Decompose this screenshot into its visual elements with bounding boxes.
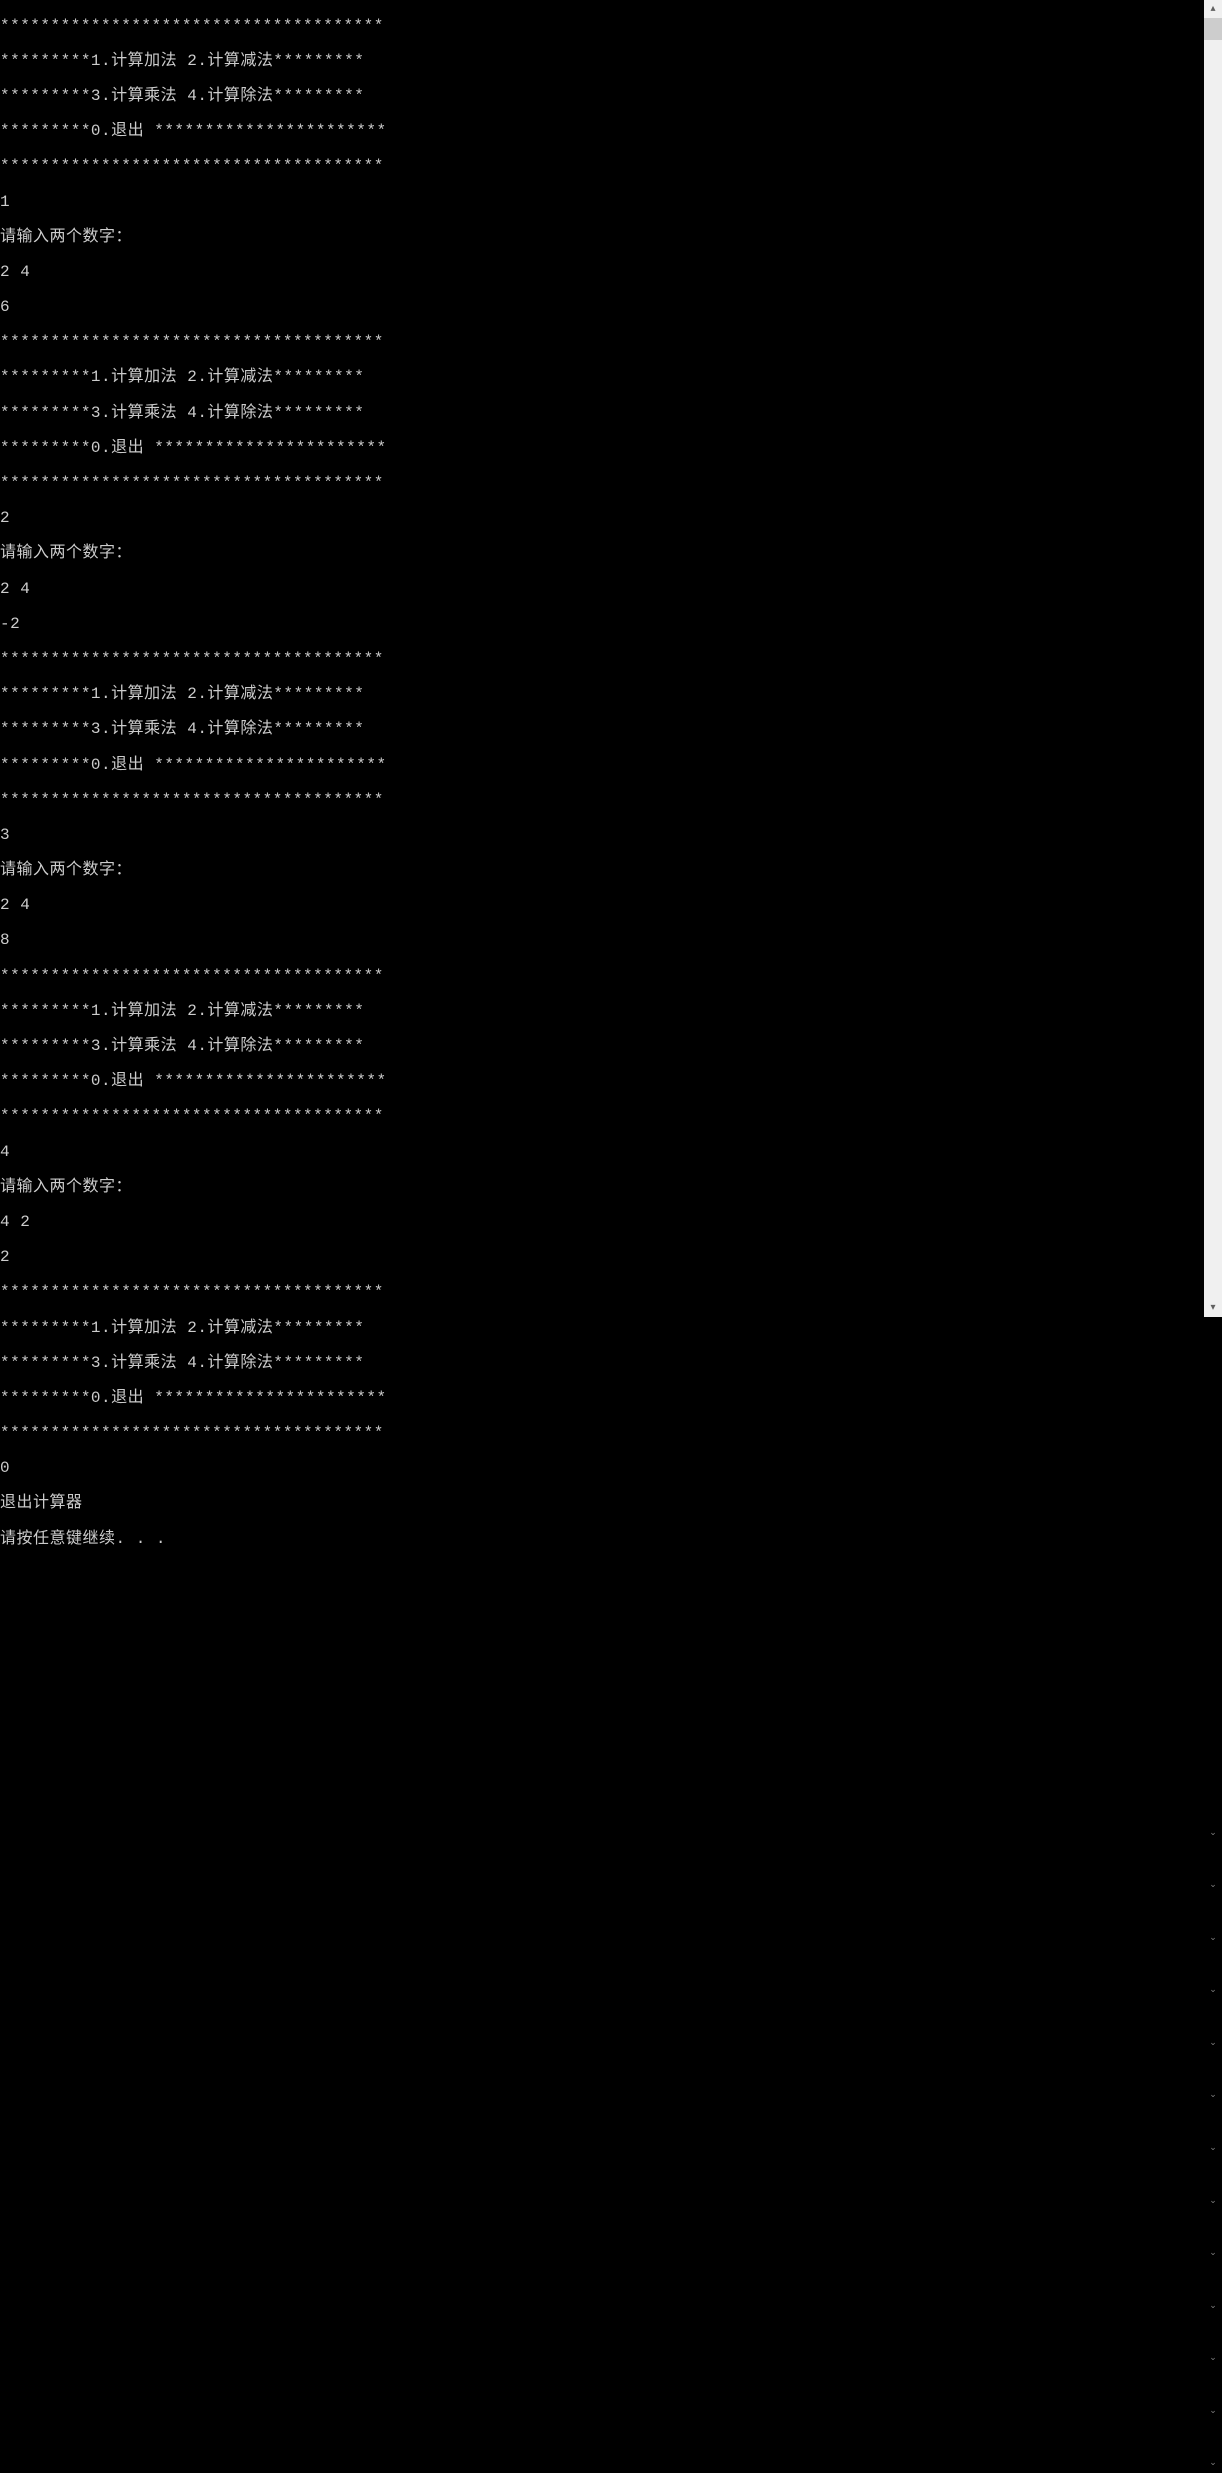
- arrow-up-icon: ▴: [1210, 4, 1215, 15]
- menu-border: **************************************: [0, 968, 1204, 986]
- user-choice: 4: [0, 1144, 1204, 1162]
- input-prompt: 请输入两个数字：: [0, 545, 1204, 563]
- menu-border: **************************************: [0, 334, 1204, 352]
- menu-option-line3: *********0.退出 ***********************: [0, 1390, 1204, 1408]
- menu-border: **************************************: [0, 1284, 1204, 1302]
- menu-option-line3: *********0.退出 ***********************: [0, 757, 1204, 775]
- input-prompt: 请输入两个数字：: [0, 1179, 1204, 1197]
- menu-option-line1: *********1.计算加法 2.计算减法*********: [0, 369, 1204, 387]
- menu-border: **************************************: [0, 158, 1204, 176]
- menu-border: **************************************: [0, 651, 1204, 669]
- menu-border: **************************************: [0, 792, 1204, 810]
- chevron-down-icon: ⌄: [1204, 1825, 1222, 1843]
- exit-message: 退出计算器: [0, 1495, 1204, 1513]
- chevron-down-icon: ⌄: [1204, 1930, 1222, 1948]
- scrollbar-thumb[interactable]: [1204, 18, 1222, 40]
- menu-border: **************************************: [0, 1108, 1204, 1126]
- menu-option-line3: *********0.退出 ***********************: [0, 440, 1204, 458]
- menu-option-line1: *********1.计算加法 2.计算减法*********: [0, 1320, 1204, 1338]
- menu-option-line1: *********1.计算加法 2.计算减法*********: [0, 686, 1204, 704]
- chevron-down-icon: ⌄: [1204, 2350, 1222, 2368]
- user-choice: 3: [0, 827, 1204, 845]
- user-input: 4 2: [0, 1214, 1204, 1232]
- menu-option-line2: *********3.计算乘法 4.计算除法*********: [0, 1355, 1204, 1373]
- chevron-down-icon: ⌄: [1204, 2455, 1222, 2473]
- vertical-scrollbar[interactable]: ▴ ▾: [1204, 0, 1222, 1317]
- menu-option-line2: *********3.计算乘法 4.计算除法*********: [0, 1038, 1204, 1056]
- menu-option-line2: *********3.计算乘法 4.计算除法*********: [0, 88, 1204, 106]
- user-choice: 2: [0, 510, 1204, 528]
- user-input: 2 4: [0, 897, 1204, 915]
- chevron-down-icon: ⌄: [1204, 2035, 1222, 2053]
- continue-prompt: 请按任意键继续. . .: [0, 1531, 1204, 1549]
- chevron-down-icon: ⌄: [1204, 2140, 1222, 2158]
- chevron-down-icon: ⌄: [1204, 2193, 1222, 2211]
- user-choice: 0: [0, 1460, 1204, 1478]
- chevron-down-icon: ⌄: [1204, 1877, 1222, 1895]
- arrow-down-icon: ▾: [1210, 1303, 1215, 1314]
- menu-option-line1: *********1.计算加法 2.计算减法*********: [0, 53, 1204, 71]
- menu-border: **************************************: [0, 475, 1204, 493]
- scroll-down-arrow-icon[interactable]: ▾: [1204, 1299, 1222, 1317]
- menu-option-line3: *********0.退出 ***********************: [0, 123, 1204, 141]
- result-output: 2: [0, 1249, 1204, 1267]
- scroll-up-arrow-icon[interactable]: ▴: [1204, 0, 1222, 18]
- menu-border: **************************************: [0, 18, 1204, 36]
- menu-option-line2: *********3.计算乘法 4.计算除法*********: [0, 405, 1204, 423]
- result-output: 8: [0, 932, 1204, 950]
- chevron-down-icon: ⌄: [1204, 2298, 1222, 2316]
- input-prompt: 请输入两个数字：: [0, 862, 1204, 880]
- result-output: -2: [0, 616, 1204, 634]
- user-input: 2 4: [0, 264, 1204, 282]
- input-prompt: 请输入两个数字：: [0, 229, 1204, 247]
- user-choice: 1: [0, 194, 1204, 212]
- menu-option-line2: *********3.计算乘法 4.计算除法*********: [0, 721, 1204, 739]
- menu-option-line1: *********1.计算加法 2.计算减法*********: [0, 1003, 1204, 1021]
- console-output: ************************************** *…: [0, 0, 1204, 1317]
- menu-option-line3: *********0.退出 ***********************: [0, 1073, 1204, 1091]
- menu-border: **************************************: [0, 1425, 1204, 1443]
- chevron-down-icon: ⌄: [1204, 2245, 1222, 2263]
- chevron-down-icon: ⌄: [1204, 1982, 1222, 2000]
- chevron-down-icon: ⌄: [1204, 2403, 1222, 2421]
- user-input: 2 4: [0, 581, 1204, 599]
- result-output: 6: [0, 299, 1204, 317]
- chevron-down-icon: ⌄: [1204, 2087, 1222, 2105]
